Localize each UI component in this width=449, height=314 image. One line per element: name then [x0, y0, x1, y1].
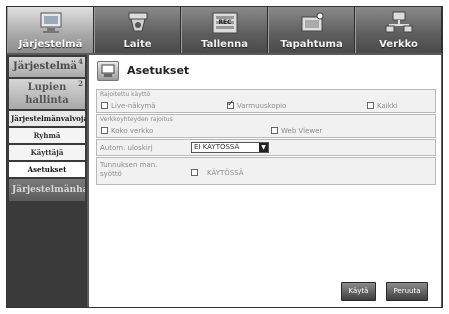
tab-label: Verkko: [379, 39, 418, 50]
checkbox-label: Kaikki: [377, 102, 398, 110]
tab-label: Tallenna: [201, 39, 248, 50]
tab-laite[interactable]: Laite: [94, 7, 181, 53]
checkbox-label: Live-näkymä: [111, 102, 156, 110]
page-title: Asetukset: [127, 64, 190, 77]
sidebar-item-group[interactable]: Ryhmä: [9, 128, 85, 143]
tab-label: Laite: [123, 39, 152, 50]
sidebar-category-label: hallinta: [25, 95, 69, 106]
auto-logout-value: EI KÄYTÖSSÄ: [194, 143, 240, 151]
count-badge: 2: [78, 79, 83, 88]
settings-page-icon: [97, 61, 119, 81]
cancel-button[interactable]: Peruuta: [386, 282, 428, 301]
top-navigation: Järjestelmä Laite REC Tallenna Tapahtuma…: [7, 7, 442, 53]
tab-label: Järjestelmä: [18, 39, 83, 50]
network-restriction-group: Verkkoyhteyden rajoitus Koko verkko Web …: [96, 114, 436, 138]
tab-verkko[interactable]: Verkko: [355, 7, 442, 53]
sidebar-item-settings[interactable]: Asetukset: [9, 162, 85, 177]
manual-id-input-row: Tunnuksen man. syöttö KÄYTÖSSÄ: [96, 157, 436, 185]
auto-logout-label: Autom. uloskirj: [100, 144, 153, 152]
tab-tallenna[interactable]: REC Tallenna: [181, 7, 268, 53]
web-viewer-checkbox[interactable]: [271, 127, 278, 134]
sidebar-category-label: Järjestelmä: [13, 61, 77, 72]
sidebar-category-permissions[interactable]: Lupien hallinta 2: [9, 79, 85, 109]
rec-icon: REC: [212, 12, 237, 34]
svg-text:REC: REC: [218, 19, 232, 26]
backup-checkbox[interactable]: [227, 99, 235, 109]
manual-id-label: Tunnuksen man. syöttö: [100, 161, 158, 178]
apply-button[interactable]: Käytä: [341, 282, 376, 301]
live-view-checkbox[interactable]: [101, 102, 108, 109]
sidebar-item-administrator[interactable]: Järjestelmänvalvoja: [9, 111, 85, 126]
sidebar-category-label: Lupien: [27, 82, 67, 93]
sidebar-item-user[interactable]: Käyttäjä: [9, 145, 85, 160]
checkbox-label: Web Viewer: [281, 127, 323, 135]
network-icon: [385, 11, 412, 33]
dropdown-arrow-icon: ▼: [259, 143, 268, 152]
sidebar: Järjestelmä 4 Lupien hallinta 2 Järjeste…: [7, 55, 87, 307]
sidebar-category-system[interactable]: Järjestelmä 4: [9, 57, 85, 77]
system-monitor-icon: [40, 12, 61, 33]
checkbox-label: Koko verkko: [111, 127, 154, 135]
group-title: Verkkoyhteyden rajoitus: [100, 116, 173, 123]
sidebar-category-system-management[interactable]: Järjestelmänhallinta: [9, 179, 85, 201]
tab-label: Tapahtuma: [280, 39, 343, 50]
settings-panel: Asetukset Rajoitettu käyttö Live-näkymä …: [89, 55, 441, 307]
event-icon: [301, 12, 323, 32]
group-title: Rajoitettu käyttö: [100, 91, 151, 98]
whole-network-checkbox[interactable]: [101, 127, 108, 134]
tab-jarjestelma[interactable]: Järjestelmä: [7, 7, 94, 53]
checkbox-label: KÄYTÖSSÄ: [207, 169, 244, 177]
tab-tapahtuma[interactable]: Tapahtuma: [268, 7, 355, 53]
camera-device-icon: [128, 12, 147, 32]
checkbox-label: Varmuuskopio: [237, 102, 287, 110]
auto-logout-select[interactable]: EI KÄYTÖSSÄ ▼: [191, 142, 269, 153]
app-window: Järjestelmä Laite REC Tallenna Tapahtuma…: [6, 6, 443, 308]
all-checkbox[interactable]: [367, 102, 374, 109]
restricted-use-group: Rajoitettu käyttö Live-näkymä Varmuuskop…: [96, 89, 436, 113]
auto-logout-row: Autom. uloskirj EI KÄYTÖSSÄ ▼: [96, 139, 436, 156]
count-badge: 4: [78, 57, 83, 66]
manual-id-checkbox[interactable]: [191, 169, 198, 176]
